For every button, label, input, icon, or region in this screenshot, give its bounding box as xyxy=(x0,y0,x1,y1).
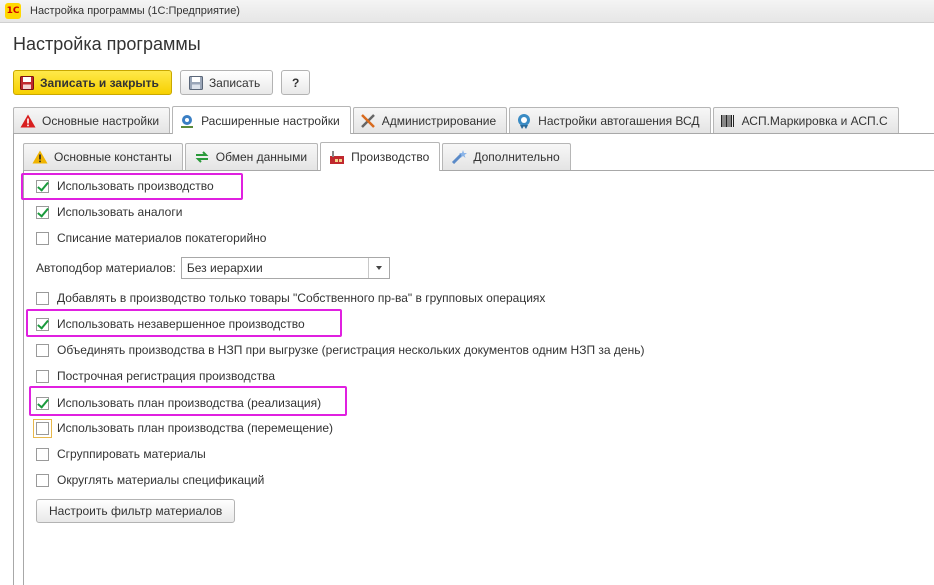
own-goods-only-checkbox[interactable] xyxy=(36,291,49,305)
outer-tab-bar: Основные настройки Расширенные настройки… xyxy=(13,106,934,134)
inner-tab-bar: Основные константы Обмен данными Произво… xyxy=(23,142,934,171)
tab-label: Обмен данными xyxy=(215,150,308,164)
option-label: Использовать план производства (реализац… xyxy=(57,396,322,410)
tab-label: Расширенные настройки xyxy=(201,113,340,128)
merge-wip-checkbox[interactable] xyxy=(36,343,49,357)
round-materials-option[interactable]: Округлять материалы спецификаций xyxy=(36,473,264,487)
round-materials-checkbox[interactable] xyxy=(36,473,49,487)
warning-icon xyxy=(20,114,36,128)
autoselect-materials-field: Автоподбор материалов: Без иерархии xyxy=(36,257,390,279)
option-label: Списание материалов покатегорийно xyxy=(57,231,267,245)
app-logo-icon: 1С xyxy=(5,3,21,19)
plan-sales-option[interactable]: Использовать план производства (реализац… xyxy=(36,396,321,410)
option-label: Добавлять в производство только товары "… xyxy=(57,291,546,305)
option-label: Сгруппировать материалы xyxy=(57,447,206,461)
use-production-checkbox[interactable] xyxy=(36,179,49,193)
autoselect-dropdown[interactable]: Без иерархии xyxy=(180,257,390,279)
gear-network-icon xyxy=(179,113,195,129)
option-label: Использовать незавершенное производство xyxy=(57,317,305,331)
plan-sales-checkbox[interactable] xyxy=(36,396,49,410)
wand-icon xyxy=(451,150,468,164)
tab-label: Администрирование xyxy=(381,113,497,128)
toolbar: Записать и закрыть Записать ? xyxy=(13,70,311,95)
tab-basic-constants[interactable]: Основные константы xyxy=(23,143,183,170)
dropdown-arrow-icon[interactable] xyxy=(367,258,389,278)
configure-materials-filter-button[interactable]: Настроить фильтр материалов xyxy=(36,499,236,523)
tab-label: Основные настройки xyxy=(42,113,160,128)
tools-icon xyxy=(360,113,376,129)
option-label: Использовать аналоги xyxy=(57,205,183,219)
barcode-icon xyxy=(720,114,736,128)
option-label: Использовать производство xyxy=(57,179,214,193)
tab-label: Производство xyxy=(351,150,430,164)
tab-production[interactable]: Производство xyxy=(320,142,441,171)
tab-label: Настройки автогашения ВСД xyxy=(538,113,700,128)
exchange-icon xyxy=(194,150,210,164)
certificate-icon xyxy=(516,113,532,129)
use-production-option[interactable]: Использовать производство xyxy=(36,179,214,193)
page-title: Настройка программы xyxy=(13,34,201,54)
tab-additional[interactable]: Дополнительно xyxy=(442,143,571,170)
autoselect-value: Без иерархии xyxy=(186,261,263,275)
option-label: Построчная регистрация производства xyxy=(57,369,276,383)
line-registration-option[interactable]: Построчная регистрация производства xyxy=(36,369,275,383)
tab-extended-settings[interactable]: Расширенные настройки xyxy=(172,106,351,134)
save-and-close-button[interactable]: Записать и закрыть xyxy=(13,70,172,95)
use-analogs-checkbox[interactable] xyxy=(36,205,49,219)
own-goods-only-option[interactable]: Добавлять в производство только товары "… xyxy=(36,291,545,305)
tab-basic-settings[interactable]: Основные настройки xyxy=(13,107,171,133)
save-and-close-label: Записать и закрыть xyxy=(40,75,159,90)
use-wip-option[interactable]: Использовать незавершенное производство xyxy=(36,317,305,331)
option-label: Объединять производства в НЗП при выгруз… xyxy=(57,343,645,357)
use-wip-checkbox[interactable] xyxy=(36,317,49,331)
warning-icon xyxy=(32,150,48,164)
window-titlebar: 1С Настройка программы (1С:Предприятие) xyxy=(0,0,934,23)
tab-label: АСП.Маркировка и АСП.С xyxy=(741,113,888,128)
writeoff-by-category-option[interactable]: Списание материалов покатегорийно xyxy=(36,231,266,245)
save-label: Записать xyxy=(208,75,261,90)
merge-wip-option[interactable]: Объединять производства в НЗП при выгруз… xyxy=(36,343,644,357)
plan-transfer-checkbox[interactable] xyxy=(33,418,52,438)
tab-label: Дополнительно xyxy=(473,150,560,164)
group-materials-option[interactable]: Сгруппировать материалы xyxy=(36,447,206,461)
save-button[interactable]: Записать xyxy=(179,70,274,95)
use-analogs-option[interactable]: Использовать аналоги xyxy=(36,205,182,219)
line-registration-checkbox[interactable] xyxy=(36,369,49,383)
save-icon xyxy=(20,75,34,90)
tab-asp-marking[interactable]: АСП.Маркировка и АСП.С xyxy=(712,107,899,133)
group-materials-checkbox[interactable] xyxy=(36,447,49,461)
plan-transfer-option[interactable]: Использовать план производства (перемеще… xyxy=(33,418,333,438)
help-button[interactable]: ? xyxy=(281,70,311,95)
tab-administration[interactable]: Администрирование xyxy=(352,107,508,133)
option-label: Округлять материалы спецификаций xyxy=(57,473,265,487)
factory-icon xyxy=(329,150,345,164)
save-icon xyxy=(188,75,203,90)
tab-label: Основные константы xyxy=(54,150,172,164)
option-label: Использовать план производства (перемеще… xyxy=(57,421,333,435)
window-title: Настройка программы (1С:Предприятие) xyxy=(30,5,240,17)
tab-data-exchange[interactable]: Обмен данными xyxy=(184,143,319,170)
tab-vsd-autocancel[interactable]: Настройки автогашения ВСД xyxy=(509,107,711,133)
writeoff-by-category-checkbox[interactable] xyxy=(36,231,49,245)
autoselect-label: Автоподбор материалов: xyxy=(36,261,176,275)
